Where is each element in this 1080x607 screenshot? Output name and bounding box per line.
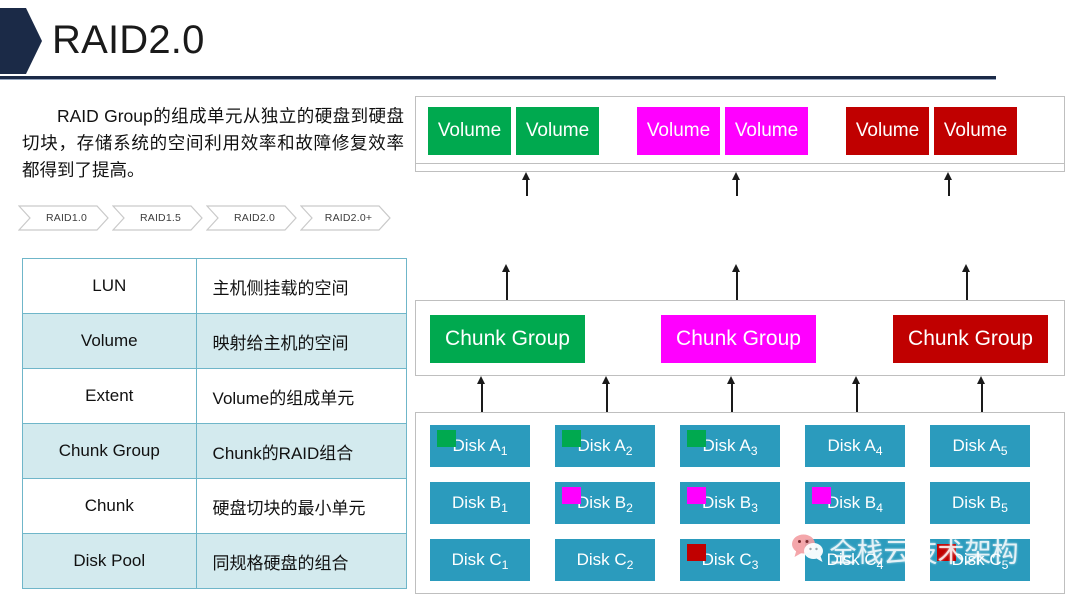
chunk-group-box-2: Chunk Group bbox=[661, 315, 816, 363]
volume-band: VolumeVolumeVolumeVolumeVolumeVolume bbox=[415, 96, 1065, 164]
chunk-marker bbox=[937, 544, 956, 561]
disk-box-disk-c1: Disk C1 bbox=[430, 539, 530, 581]
chunk-group-box-1: Chunk Group bbox=[430, 315, 585, 363]
disk-label: Disk A4 bbox=[828, 436, 883, 456]
disk-label: Disk B3 bbox=[702, 493, 758, 513]
disk-pool-band: Disk A1 Disk A2 Disk A3 Disk A4 Disk A5 Disk … bbox=[415, 412, 1065, 594]
breadcrumb-item-4[interactable]: RAID2.0+ bbox=[300, 205, 391, 231]
chunk-marker bbox=[562, 430, 581, 447]
volume-box-1: Volume bbox=[428, 107, 511, 155]
disk-box-disk-b2: Disk B2 bbox=[555, 482, 655, 524]
disk-box-disk-c5: Disk C5 bbox=[930, 539, 1030, 581]
breadcrumb-item-3[interactable]: RAID2.0 bbox=[206, 205, 297, 231]
disk-label: Disk C1 bbox=[452, 550, 509, 570]
volume-box-3: Volume bbox=[637, 107, 720, 155]
disk-label: Disk C4 bbox=[827, 550, 884, 570]
breadcrumb-item-label: RAID1.0 bbox=[40, 212, 87, 224]
chunk-marker bbox=[562, 487, 581, 504]
breadcrumb-item-label: RAID1.5 bbox=[134, 212, 181, 224]
disk-label: Disk C5 bbox=[952, 550, 1009, 570]
disk-box-disk-b1: Disk B1 bbox=[430, 482, 530, 524]
table-row: Chunk硬盘切块的最小单元 bbox=[23, 479, 407, 534]
volume-box-4: Volume bbox=[725, 107, 808, 155]
table-row: ExtentVolume的组成单元 bbox=[23, 369, 407, 424]
disk-label: Disk B4 bbox=[827, 493, 883, 513]
chunk-marker bbox=[437, 430, 456, 447]
raid-architecture-diagram: LUNLUNLUNLUNLUNLUN VolumeVolumeVolumeVol… bbox=[415, 96, 1065, 596]
disk-label: Disk B2 bbox=[577, 493, 633, 513]
disk-box-disk-a4: Disk A4 bbox=[805, 425, 905, 467]
concept-description: 映射给主机的空间 bbox=[196, 314, 406, 369]
chunk-marker bbox=[687, 430, 706, 447]
arrow-diskpool-to-chunkgroup-5 bbox=[980, 376, 990, 412]
disk-box-disk-a2: Disk A2 bbox=[555, 425, 655, 467]
pentagon-arrow-icon bbox=[0, 8, 42, 74]
breadcrumb-item-label: RAID2.0 bbox=[228, 212, 275, 224]
disk-label: Disk C2 bbox=[577, 550, 634, 570]
disk-box-disk-b4: Disk B4 bbox=[805, 482, 905, 524]
breadcrumb: RAID1.0 RAID1.5 RAID2.0 RAID2.0+ bbox=[18, 205, 391, 231]
volume-box-5: Volume bbox=[846, 107, 929, 155]
arrow-volume-to-lun-2 bbox=[735, 172, 745, 196]
arrow-diskpool-to-chunkgroup-4 bbox=[855, 376, 865, 412]
arrow-diskpool-to-chunkgroup-2 bbox=[605, 376, 615, 412]
disk-box-disk-a1: Disk A1 bbox=[430, 425, 530, 467]
arrow-chunkgroup-to-volume-2 bbox=[735, 264, 745, 300]
disk-label: Disk A5 bbox=[953, 436, 1008, 456]
arrow-volume-to-lun-3 bbox=[947, 172, 957, 196]
disk-label: Disk A1 bbox=[453, 436, 508, 456]
chunk-marker bbox=[687, 544, 706, 561]
table-row: Volume映射给主机的空间 bbox=[23, 314, 407, 369]
concept-description: 同规格硬盘的组合 bbox=[196, 534, 406, 589]
volume-box-6: Volume bbox=[934, 107, 1017, 155]
chunk-marker bbox=[812, 487, 831, 504]
concept-term: Disk Pool bbox=[23, 534, 197, 589]
page-title: RAID2.0 bbox=[52, 14, 205, 66]
disk-label: Disk A3 bbox=[703, 436, 758, 456]
arrow-diskpool-to-chunkgroup-1 bbox=[480, 376, 490, 412]
disk-label: Disk C3 bbox=[702, 550, 759, 570]
concept-description: Volume的组成单元 bbox=[196, 369, 406, 424]
volume-box-2: Volume bbox=[516, 107, 599, 155]
arrow-chunkgroup-to-volume-1 bbox=[505, 264, 515, 300]
concept-term: LUN bbox=[23, 259, 197, 314]
chunk-group-box-3: Chunk Group bbox=[893, 315, 1048, 363]
header-divider bbox=[0, 76, 996, 80]
disk-box-disk-b3: Disk B3 bbox=[680, 482, 780, 524]
arrow-volume-to-lun-1 bbox=[525, 172, 535, 196]
disk-box-disk-a5: Disk A5 bbox=[930, 425, 1030, 467]
concept-description: 硬盘切块的最小单元 bbox=[196, 479, 406, 534]
slide-root: RAID2.0 RAID Group的组成单元从独立的硬盘到硬盘切块，存储系统的… bbox=[0, 0, 1080, 607]
disk-label: Disk A2 bbox=[578, 436, 633, 456]
concept-term: Chunk bbox=[23, 479, 197, 534]
arrow-chunkgroup-to-volume-3 bbox=[965, 264, 975, 300]
concept-description: Chunk的RAID组合 bbox=[196, 424, 406, 479]
chunk-marker bbox=[687, 487, 706, 504]
disk-box-disk-a3: Disk A3 bbox=[680, 425, 780, 467]
table-row: LUN主机侧挂载的空间 bbox=[23, 259, 407, 314]
concept-term: Extent bbox=[23, 369, 197, 424]
breadcrumb-item-label: RAID2.0+ bbox=[319, 212, 372, 224]
arrow-diskpool-to-chunkgroup-3 bbox=[730, 376, 740, 412]
concept-term: Volume bbox=[23, 314, 197, 369]
chunk-group-band: Chunk Group Chunk Group Chunk Group bbox=[415, 300, 1065, 376]
intro-paragraph: RAID Group的组成单元从独立的硬盘到硬盘切块，存储系统的空间利用效率和故… bbox=[22, 103, 404, 184]
table-row: Chunk GroupChunk的RAID组合 bbox=[23, 424, 407, 479]
disk-box-disk-b5: Disk B5 bbox=[930, 482, 1030, 524]
header-banner: RAID2.0 bbox=[0, 0, 1080, 82]
disk-label: Disk B5 bbox=[952, 493, 1008, 513]
disk-label: Disk B1 bbox=[452, 493, 508, 513]
table-row: Disk Pool同规格硬盘的组合 bbox=[23, 534, 407, 589]
concept-table: LUN主机侧挂载的空间Volume映射给主机的空间ExtentVolume的组成… bbox=[22, 258, 407, 589]
disk-box-disk-c2: Disk C2 bbox=[555, 539, 655, 581]
concept-term: Chunk Group bbox=[23, 424, 197, 479]
concept-description: 主机侧挂载的空间 bbox=[196, 259, 406, 314]
breadcrumb-item-1[interactable]: RAID1.0 bbox=[18, 205, 109, 231]
disk-box-disk-c3: Disk C3 bbox=[680, 539, 780, 581]
disk-box-disk-c4: Disk C4 bbox=[805, 539, 905, 581]
breadcrumb-item-2[interactable]: RAID1.5 bbox=[112, 205, 203, 231]
